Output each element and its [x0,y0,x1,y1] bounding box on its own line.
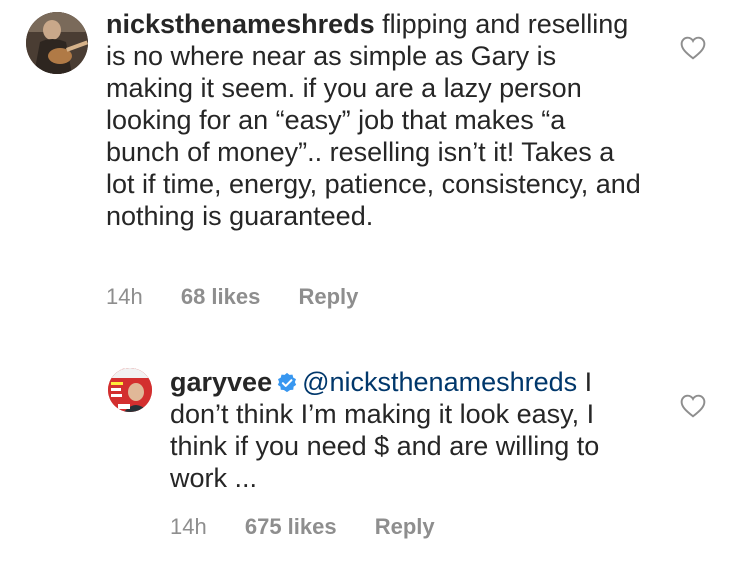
comment-time: 14h [106,284,143,309]
heart-outline-icon[interactable] [680,394,706,418]
user-avatar[interactable] [108,368,152,412]
user-avatar[interactable] [26,12,88,74]
reply-button[interactable]: Reply [375,514,435,540]
guitar-player-avatar-icon [26,12,88,74]
comment-body: garyvee @nicksthenameshreds I don’t thin… [170,366,650,494]
comment-meta: 14h 675 likes Reply [170,514,435,540]
magazine-cover-avatar-icon [108,368,152,412]
comment-username[interactable]: garyvee [170,367,272,397]
comment-body: nicksthenameshreds flipping and resellin… [106,8,646,232]
comment-meta: 14h 68 likes Reply [106,284,358,310]
heart-outline-icon[interactable] [680,36,706,60]
comment-time: 14h [170,514,207,539]
reply-button[interactable]: Reply [298,284,358,310]
comment-likes[interactable]: 68 likes [181,284,261,310]
comment-username[interactable]: nicksthenameshreds [106,9,375,39]
verified-badge-icon [277,372,297,393]
comment-text: flipping and reselling is no where near … [106,9,641,231]
mention-link[interactable]: @nicksthenameshreds [302,367,577,397]
comment-likes[interactable]: 675 likes [245,514,337,540]
